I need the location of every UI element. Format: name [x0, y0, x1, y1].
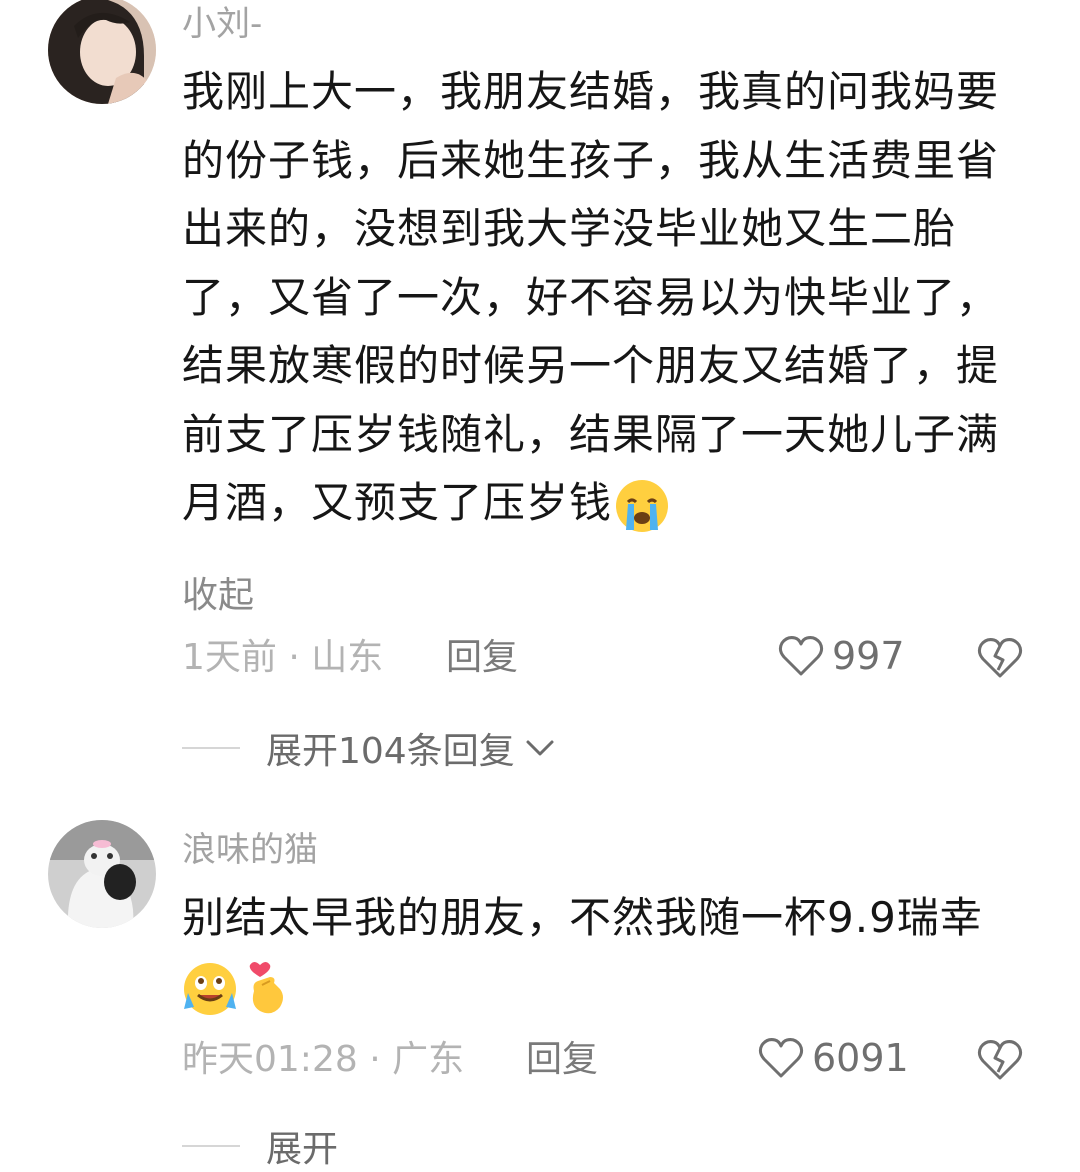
like-button[interactable]: 6091 — [758, 1036, 909, 1080]
heart-icon — [778, 636, 824, 676]
expand-replies-label: 展开104条回复 — [266, 731, 515, 772]
avatar[interactable] — [48, 820, 156, 928]
expand-replies-button[interactable]: 展开104条回复 — [182, 722, 555, 774]
broken-heart-icon[interactable] — [976, 636, 1024, 680]
comment-text-body: 别结太早我的朋友，不然我随一杯9.9瑞幸 — [182, 893, 983, 942]
like-count: 997 — [832, 634, 905, 678]
comment-text-body: 我刚上大一，我朋友结婚，我真的问我妈要的份子钱，后来她生孩子，我从生活费里省出来… — [182, 67, 1000, 527]
expand-replies-label: 展开 — [266, 1129, 339, 1170]
divider-line — [182, 1145, 240, 1147]
broken-heart-icon[interactable] — [976, 1038, 1024, 1082]
time-location: 昨天01:28 · 广东 — [182, 1039, 465, 1080]
finger-heart-emoji — [240, 961, 296, 1017]
heart-icon — [758, 1038, 804, 1078]
time-location: 1天前 · 山东 — [182, 637, 384, 678]
like-button[interactable]: 997 — [778, 634, 905, 678]
chevron-down-icon — [526, 740, 554, 756]
expand-replies-button[interactable]: 展开 — [182, 1120, 338, 1172]
username[interactable]: 小刘- — [182, 4, 262, 44]
collapse-link[interactable]: 收起 — [182, 566, 254, 618]
like-count: 6091 — [812, 1036, 909, 1080]
username[interactable]: 浪味的猫 — [182, 830, 318, 870]
divider-line — [182, 747, 240, 749]
reply-button[interactable]: 回复 — [446, 636, 518, 680]
avatar[interactable] — [48, 0, 156, 104]
reply-button[interactable]: 回复 — [526, 1038, 598, 1082]
comment-text: 我刚上大一，我朋友结婚，我真的问我妈要的份子钱，后来她生孩子，我从生活费里省出来… — [182, 58, 1012, 538]
tearful-smile-emoji — [182, 961, 238, 1017]
comment-text: 别结太早我的朋友，不然我随一杯9.9瑞幸 — [182, 884, 1012, 1021]
crying-face-emoji — [614, 478, 670, 534]
